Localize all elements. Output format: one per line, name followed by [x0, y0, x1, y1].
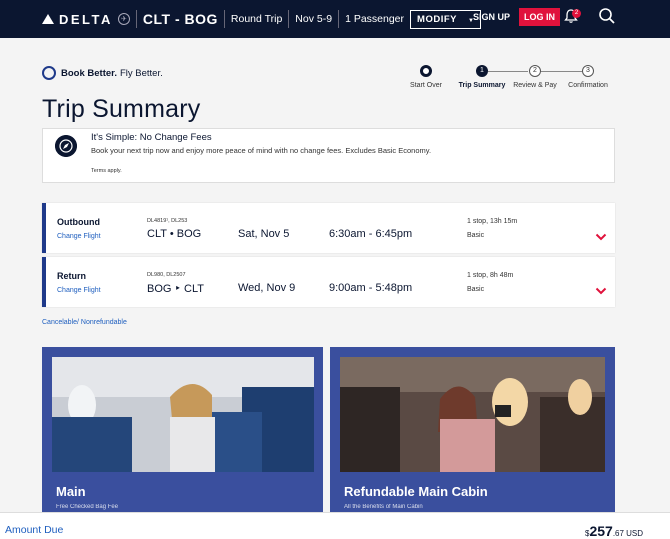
flight-direction: Return	[57, 271, 86, 281]
notification-badge: 2	[572, 9, 581, 18]
flight-route: CLT • BOG	[147, 228, 202, 240]
cancel-policy-link[interactable]: Cancelable/ Nonrefundable	[42, 319, 127, 326]
tagline-bold: Book Better.	[61, 67, 117, 79]
logo-text: DELTA	[59, 11, 113, 27]
flight-date: Wed, Nov 9	[238, 282, 296, 294]
fare-class: Basic	[467, 232, 485, 239]
login-button[interactable]: LOG IN	[519, 8, 560, 26]
cabin-name: Refundable Main Cabin	[344, 484, 488, 499]
amount-due-bar: Amount Due $257.67 USD	[0, 512, 670, 539]
tagline-rest: Fly Better.	[119, 67, 163, 79]
header-trip-type: Round Trip	[230, 13, 283, 25]
amount-due-label[interactable]: Amount Due	[5, 524, 63, 536]
search-icon[interactable]	[598, 7, 616, 25]
flight-route: BOG ‣ CLT	[147, 283, 205, 295]
amount-cents: .67 USD	[612, 529, 644, 538]
step-label: Trip Summary	[458, 82, 506, 89]
divider	[288, 10, 290, 28]
tagline-icon	[42, 66, 56, 80]
divider	[223, 10, 225, 28]
divider	[338, 10, 340, 28]
start-over-icon	[420, 65, 432, 77]
notice-body: Book your next trip now and enjoy more p…	[91, 146, 432, 155]
flight-time: 6:30am - 6:45pm	[329, 228, 413, 240]
flight-numbers: DL980, DL2507	[147, 272, 186, 278]
step-start-over[interactable]: Start Over	[405, 65, 447, 89]
step-confirmation: 3 Confirmation	[565, 65, 611, 89]
step-review-pay: 2 Review & Pay	[512, 65, 558, 89]
flight-stops: 1 stop, 13h 15m	[467, 218, 518, 225]
cabin-feature: Free Checked Bag Fee	[56, 504, 119, 510]
header-dates: Nov 5-9	[295, 13, 333, 25]
step-label: Confirmation	[568, 82, 608, 89]
cabin-feature: All the Benefits of Main Cabin	[344, 504, 423, 510]
flight-time: 9:00am - 5:48pm	[329, 282, 413, 294]
cabin-photo-refundable	[340, 357, 605, 472]
return-flight-row[interactable]: Return Change Flight DL980, DL2507 BOG ‣…	[42, 257, 615, 307]
compass-icon	[55, 135, 77, 157]
no-change-fee-notice: It's Simple: No Change Fees Book your ne…	[42, 128, 615, 183]
outbound-flight-row[interactable]: Outbound Change Flight DL4819¹, DL253 CL…	[42, 203, 615, 253]
page-title: Trip Summary	[42, 95, 201, 123]
flight-direction: Outbound	[57, 217, 100, 227]
change-flight-link[interactable]: Change Flight	[57, 287, 101, 294]
step-label: Start Over	[410, 82, 442, 89]
flight-stops: 1 stop, 8h 48m	[467, 272, 514, 279]
cabin-card-refundable-main[interactable]: Refundable Main Cabin All the Benefits o…	[330, 347, 615, 512]
book-better-tagline: Book Better. Fly Better.	[42, 66, 163, 80]
step-trip-summary: 1 Trip Summary	[456, 65, 508, 89]
cabin-card-main[interactable]: Main Free Checked Bag Fee	[42, 347, 323, 512]
cabin-photo-main	[52, 357, 314, 472]
step-label: Review & Pay	[513, 82, 557, 89]
divider	[135, 10, 137, 28]
header-passengers: 1 Passenger	[345, 13, 405, 25]
fare-class: Basic	[467, 286, 485, 293]
amount-whole: 257	[589, 523, 613, 539]
delta-widget-icon	[42, 14, 54, 24]
cabin-name: Main	[56, 484, 86, 499]
header-route: CLT - BOG	[142, 11, 218, 27]
flight-numbers: DL4819¹, DL253	[147, 218, 188, 224]
chevron-down-icon[interactable]	[595, 233, 607, 241]
signup-link[interactable]: SIGN UP	[473, 12, 510, 22]
step-number: 2	[529, 65, 541, 77]
step-number: 1	[476, 65, 488, 77]
step-number: 3	[582, 65, 594, 77]
notice-heading: It's Simple: No Change Fees	[91, 132, 212, 143]
skyteam-icon: ✈	[117, 13, 130, 25]
delta-logo[interactable]: DELTA ✈	[42, 12, 130, 27]
amount-due-value: $257.67 USD	[585, 523, 643, 539]
top-nav-bar: DELTA ✈ CLT - BOG Round Trip Nov 5-9 1 P…	[0, 0, 670, 38]
terms-link[interactable]: Terms apply.	[91, 168, 122, 174]
modify-label: MODIFY	[417, 13, 457, 25]
change-flight-link[interactable]: Change Flight	[57, 233, 101, 240]
flight-date: Sat, Nov 5	[238, 228, 290, 240]
chevron-down-icon[interactable]	[595, 287, 607, 295]
modify-button[interactable]: MODIFY ▼	[410, 9, 482, 29]
